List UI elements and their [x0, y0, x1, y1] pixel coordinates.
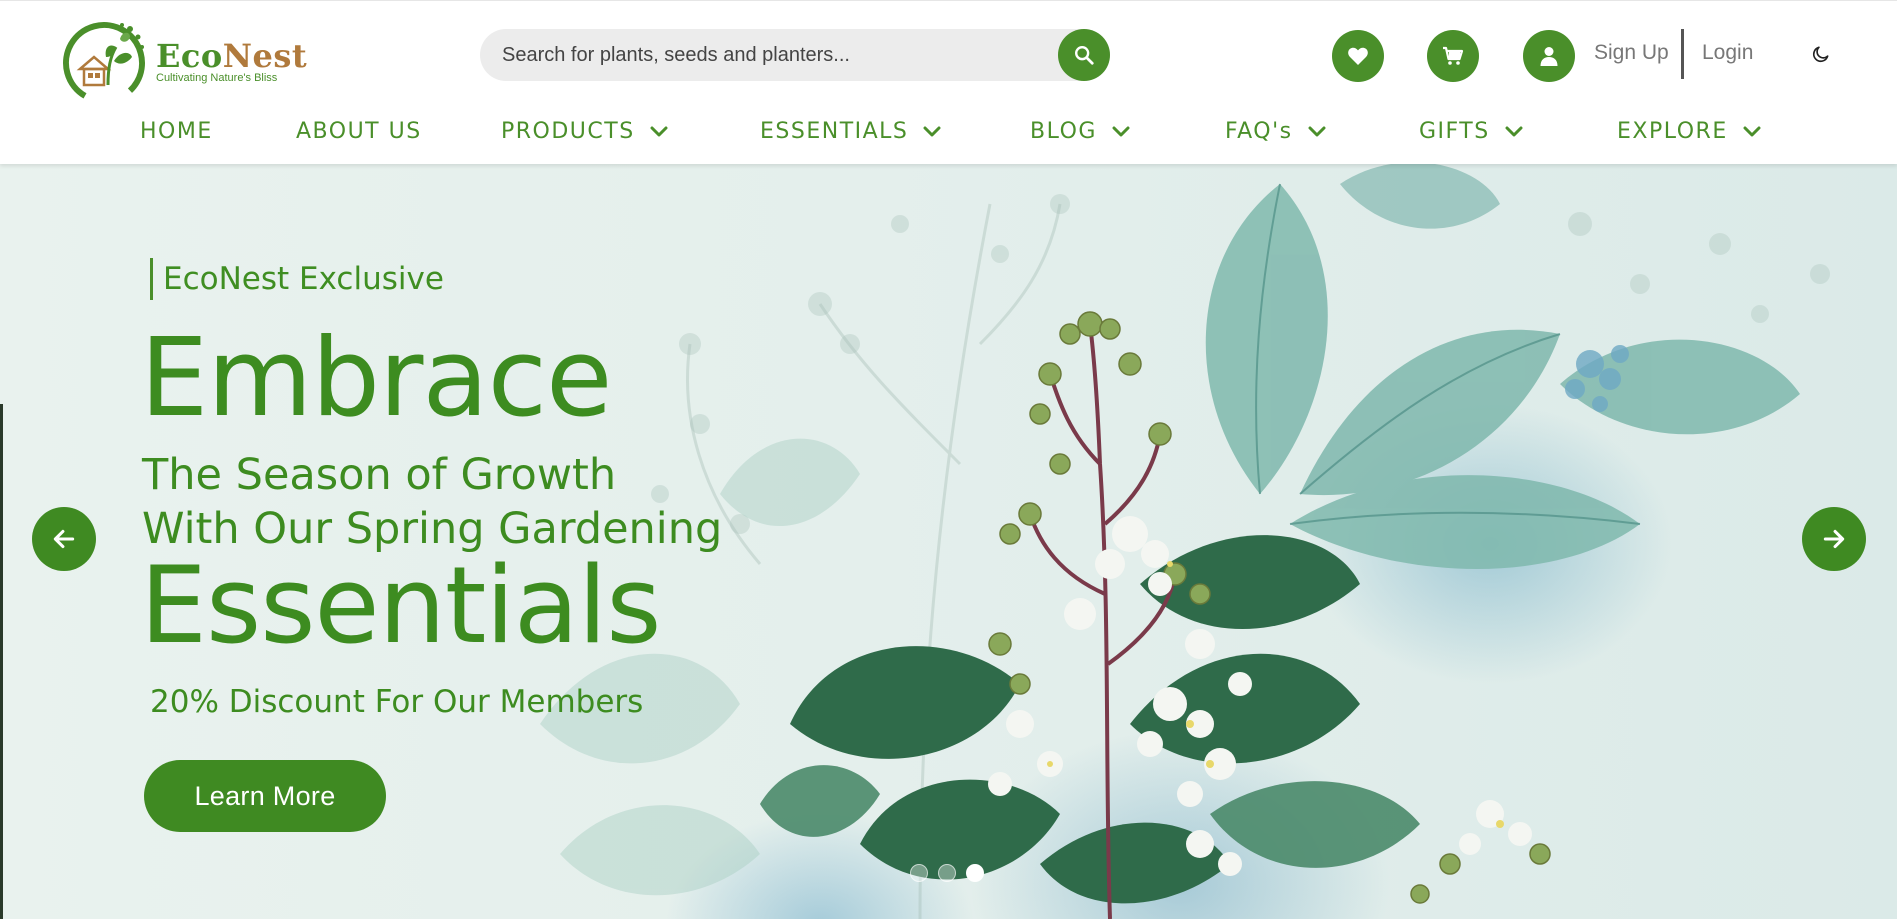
- nav-item-label: ABOUT US: [296, 119, 422, 144]
- chevron-down-icon: [1111, 125, 1131, 139]
- nav-item-explore[interactable]: EXPLORE: [1617, 119, 1762, 144]
- hero-discount-text: 20% Discount For Our Members: [150, 684, 644, 720]
- arrow-right-icon: [1823, 529, 1845, 549]
- heart-icon: [1348, 47, 1368, 65]
- left-edge-shadow: [0, 404, 3, 919]
- hero-subheadline: The Season of Growth With Our Spring Gar…: [142, 448, 722, 556]
- nav-item-faqs[interactable]: FAQ's: [1225, 119, 1327, 144]
- signup-link[interactable]: Sign Up: [1594, 41, 1669, 65]
- nav-item-label: ESSENTIALS: [760, 119, 909, 144]
- search-input[interactable]: [502, 29, 1042, 81]
- chevron-down-icon: [649, 125, 669, 139]
- carousel-prev-button[interactable]: [32, 507, 96, 571]
- nav-item-label: GIFTS: [1419, 119, 1490, 144]
- carousel-dot-1[interactable]: [910, 864, 928, 882]
- login-link[interactable]: Login: [1702, 41, 1753, 65]
- nav-item-products[interactable]: PRODUCTS: [501, 119, 669, 144]
- nav-item-about-us[interactable]: ABOUT US: [296, 119, 422, 144]
- brand-logo[interactable]: EcoNest Cultivating Nature's Bliss: [60, 17, 307, 105]
- hero-headline-secondary: Essentials: [140, 544, 661, 667]
- brand-name: EcoNest: [156, 39, 307, 73]
- logo-text: EcoNest Cultivating Nature's Bliss: [156, 39, 307, 84]
- cart-button[interactable]: [1427, 30, 1479, 82]
- carousel-dot-3[interactable]: [966, 864, 984, 882]
- hero-headline-primary: Embrace: [140, 316, 612, 441]
- brand-name-part1: Eco: [156, 36, 223, 75]
- nav-item-blog[interactable]: BLOG: [1030, 119, 1131, 144]
- search-icon: [1075, 46, 1094, 65]
- site-header: EcoNest Cultivating Nature's Bliss Searc…: [0, 0, 1897, 164]
- main-nav: HOME ABOUT US PRODUCTS ESSENTIALS BLOG F…: [0, 113, 1897, 153]
- theme-toggle[interactable]: [1808, 41, 1834, 67]
- nav-item-home[interactable]: HOME: [140, 119, 213, 144]
- search-bar: [480, 29, 1110, 81]
- nav-item-label: FAQ's: [1225, 119, 1293, 144]
- search-button[interactable]: [1058, 29, 1110, 81]
- learn-more-button[interactable]: Learn More: [144, 760, 386, 832]
- chevron-down-icon: [1504, 125, 1524, 139]
- arrow-left-icon: [53, 529, 75, 549]
- carousel-dot-2[interactable]: [938, 864, 956, 882]
- carousel-dots: [910, 864, 984, 882]
- nav-item-label: EXPLORE: [1617, 119, 1728, 144]
- nav-item-label: PRODUCTS: [501, 119, 635, 144]
- nav-item-gifts[interactable]: GIFTS: [1419, 119, 1524, 144]
- logo-mark-icon: [62, 21, 145, 104]
- carousel-next-button[interactable]: [1802, 507, 1866, 571]
- user-icon: [1540, 47, 1558, 66]
- nav-item-label: BLOG: [1030, 119, 1097, 144]
- nav-item-essentials[interactable]: ESSENTIALS: [760, 119, 942, 144]
- account-button[interactable]: [1523, 30, 1575, 82]
- hero-kicker: EcoNest Exclusive: [150, 258, 444, 300]
- brand-name-part2: Nest: [222, 36, 308, 75]
- nav-item-label: HOME: [140, 119, 213, 144]
- chevron-down-icon: [922, 125, 942, 139]
- chevron-down-icon: [1307, 125, 1327, 139]
- cart-icon: [1443, 46, 1464, 65]
- moon-icon: [1812, 46, 1829, 63]
- hero-subline-1: The Season of Growth: [142, 450, 617, 500]
- hero-carousel: EcoNest Exclusive Embrace The Season of …: [0, 164, 1897, 919]
- auth-divider: [1681, 29, 1684, 79]
- wishlist-button[interactable]: [1332, 30, 1384, 82]
- chevron-down-icon: [1742, 125, 1762, 139]
